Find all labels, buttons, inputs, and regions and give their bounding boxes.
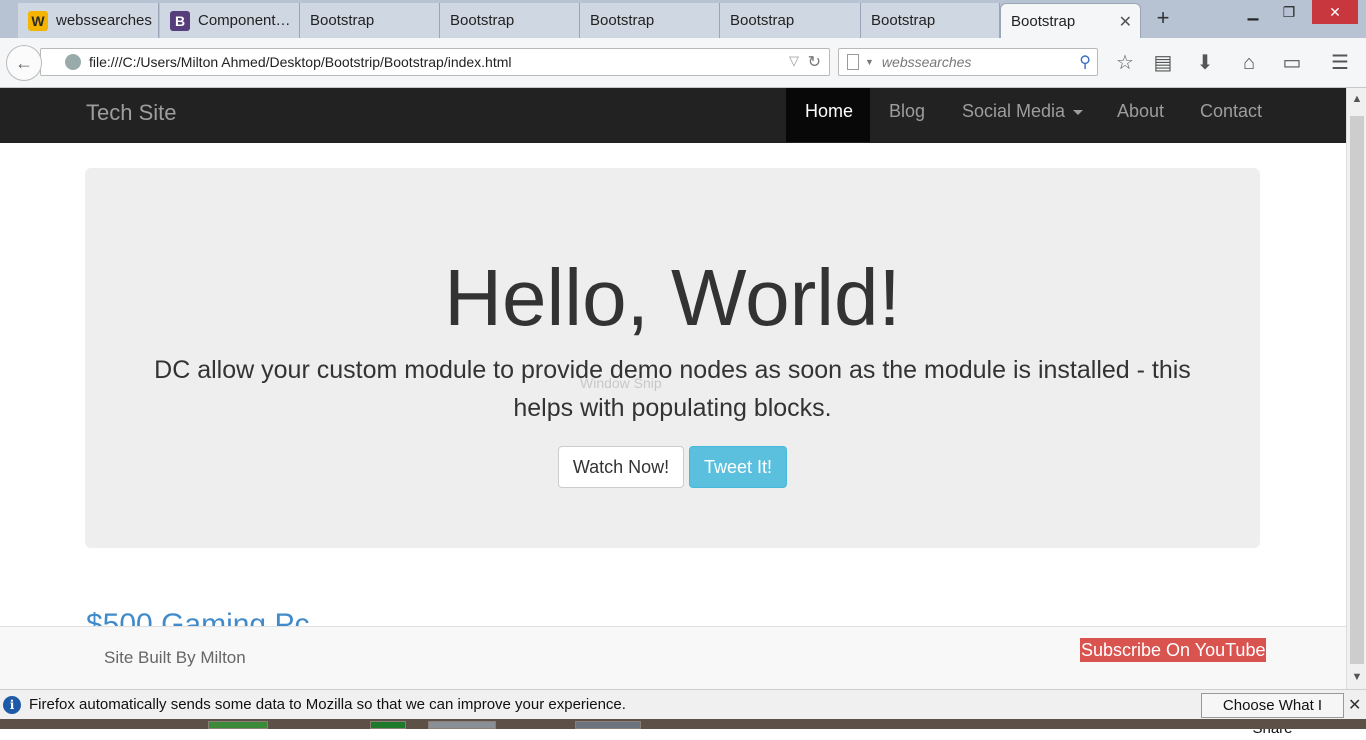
w-logo-icon: W xyxy=(28,10,48,31)
menu-icon[interactable]: ☰ xyxy=(1327,50,1353,76)
nav-home[interactable]: Home xyxy=(786,88,870,142)
home-icon[interactable]: ⌂ xyxy=(1236,50,1262,76)
info-icon: i xyxy=(3,696,21,714)
site-footer: Site Built By Milton Subscribe On YouTub… xyxy=(0,626,1346,689)
tab-label: Bootstrap xyxy=(871,12,936,29)
site-navbar: Tech Site Home Blog Social Media About C… xyxy=(0,88,1346,143)
vertical-scrollbar[interactable]: ▲ ▼ xyxy=(1346,88,1366,689)
tweet-it-button[interactable]: Tweet It! xyxy=(689,446,787,488)
nav-blog[interactable]: Blog xyxy=(870,88,944,142)
tab-bootstrap-active[interactable]: Bootstrap ✕ xyxy=(1000,3,1141,38)
search-icon[interactable]: ⚲ xyxy=(1079,52,1091,72)
nav-contact[interactable]: Contact xyxy=(1181,88,1281,142)
tab-label: Bootstrap xyxy=(1011,12,1076,30)
taskbar-app[interactable] xyxy=(208,721,268,729)
caret-down-icon xyxy=(1073,109,1084,115)
back-arrow-icon: ← xyxy=(15,52,33,73)
subscribe-youtube-link[interactable]: Subscribe On YouTube xyxy=(1080,638,1267,662)
close-notification-icon[interactable]: ✕ xyxy=(1348,695,1361,715)
scroll-down-icon[interactable]: ▼ xyxy=(1347,668,1366,686)
download-icon[interactable]: ⬇ xyxy=(1192,50,1218,76)
scrollbar-thumb[interactable] xyxy=(1350,116,1364,664)
bookmarks-list-icon[interactable]: ▤ xyxy=(1150,50,1176,76)
url-text: file:///C:/Users/Milton Ahmed/Desktop/Bo… xyxy=(89,54,512,70)
jumbotron: Hello, World! DC allow your custom modul… xyxy=(85,168,1260,548)
tab-bootstrap-2[interactable]: Bootstrap xyxy=(440,3,580,38)
notification-bar: i Firefox automatically sends some data … xyxy=(0,689,1366,737)
reload-icon[interactable]: ↻ xyxy=(808,52,821,72)
tab-label: Bootstrap xyxy=(450,12,515,29)
tab-bootstrap-3[interactable]: Bootstrap xyxy=(580,3,720,38)
nav-social-label: Social Media xyxy=(962,101,1066,121)
tab-label: Bootstrap xyxy=(730,12,795,29)
nav-social-media[interactable]: Social Media xyxy=(943,88,1102,142)
window-icon[interactable]: ▭ xyxy=(1279,50,1305,76)
tab-label: Bootstrap xyxy=(310,12,375,29)
window-snip-watermark: Window Snip xyxy=(580,375,662,391)
taskbar-app[interactable] xyxy=(370,721,406,729)
taskbar-app[interactable] xyxy=(575,721,641,729)
taskbar-app[interactable] xyxy=(428,721,496,729)
notification-text: Firefox automatically sends some data to… xyxy=(29,696,626,713)
scroll-up-icon[interactable]: ▲ xyxy=(1347,90,1366,108)
tab-label: Component… xyxy=(198,12,291,29)
tab-components[interactable]: B Component… xyxy=(160,3,300,38)
history-dropdown-icon[interactable]: ▽ xyxy=(789,53,799,69)
search-engine-dropdown-icon[interactable]: ▼ xyxy=(865,57,874,67)
tab-label: webssearches xyxy=(56,12,152,29)
tab-label: Bootstrap xyxy=(590,12,655,29)
watch-now-button[interactable]: Watch Now! xyxy=(558,446,684,488)
new-tab-icon[interactable]: + xyxy=(1150,5,1176,31)
browser-toolbar: file:///C:/Users/Milton Ahmed/Desktop/Bo… xyxy=(0,38,1366,88)
nav-about[interactable]: About xyxy=(1098,88,1183,142)
bookmark-star-icon[interactable]: ☆ xyxy=(1112,50,1138,76)
maximize-icon[interactable]: ❐ xyxy=(1272,0,1306,24)
bootstrap-logo-icon: B xyxy=(170,10,190,31)
footer-text: Site Built By Milton xyxy=(104,648,246,667)
taskbar xyxy=(0,719,1366,729)
address-bar[interactable]: file:///C:/Users/Milton Ahmed/Desktop/Bo… xyxy=(40,48,830,76)
tab-strip: W webssearches B Component… Bootstrap Bo… xyxy=(0,0,1366,38)
tab-bootstrap-1[interactable]: Bootstrap xyxy=(300,3,440,38)
tab-webssearches[interactable]: W webssearches xyxy=(18,3,159,38)
brand-link[interactable]: Tech Site xyxy=(86,100,177,126)
search-input[interactable]: ▼ webssearches ⚲ xyxy=(838,48,1098,76)
hero-lead: DC allow your custom module to provide d… xyxy=(154,356,1191,422)
page-viewport: Tech Site Home Blog Social Media About C… xyxy=(0,88,1346,689)
choose-what-i-share-button[interactable]: Choose What I Share xyxy=(1201,693,1344,737)
tab-bootstrap-5[interactable]: Bootstrap xyxy=(861,3,1000,38)
minimize-icon[interactable]: ▁ xyxy=(1236,0,1270,24)
hero-title: Hello, World! xyxy=(444,253,901,342)
page-icon xyxy=(847,54,859,70)
tab-bootstrap-4[interactable]: Bootstrap xyxy=(720,3,861,38)
back-button[interactable]: ← xyxy=(6,45,42,81)
window-close-icon[interactable]: ✕ xyxy=(1312,0,1358,24)
close-tab-icon[interactable]: ✕ xyxy=(1119,12,1132,32)
search-placeholder: webssearches xyxy=(881,54,972,70)
globe-icon xyxy=(65,54,81,70)
